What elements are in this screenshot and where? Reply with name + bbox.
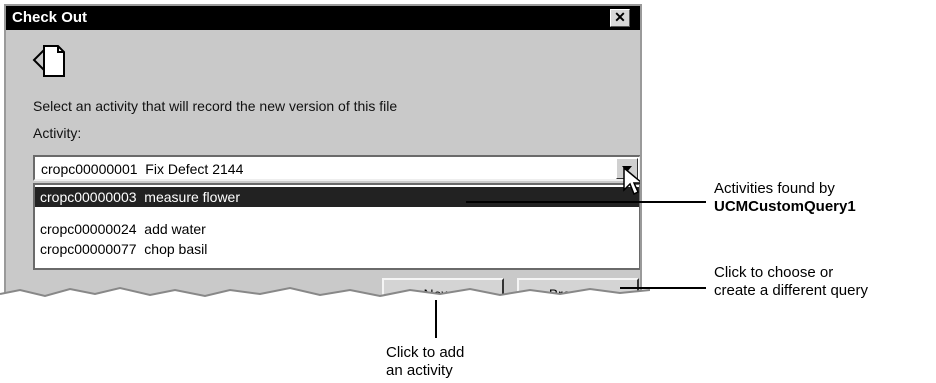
instruction-text: Select an activity that will record the … [33,98,398,114]
dialog-title: Check Out [12,9,88,26]
activities-callout-line1: Activities found by [714,180,835,197]
check-out-dialog: Check Out ✕ Select an activity that will… [4,4,642,300]
new-callout-line2: an activity [386,362,453,379]
activities-leader-line [466,201,706,203]
checkout-arrow-icon [32,45,65,77]
torn-edge [0,286,650,320]
browse-leader-line [620,287,706,289]
activities-callout: Activities found by UCMCustomQuery1 [714,180,856,216]
browse-callout-line2: create a different query [714,282,868,299]
activity-dropdown[interactable]: cropc00000001 Fix Defect 2144 [33,155,640,181]
activities-callout-query: UCMCustomQuery1 [714,198,856,215]
new-callout: Click to add an activity [386,344,464,380]
mouse-pointer-icon [623,166,640,196]
list-item[interactable]: cropc00000003 measure flower [35,187,639,207]
close-button[interactable]: ✕ [610,9,630,27]
activity-dropdown-value: cropc00000001 Fix Defect 2144 [41,161,244,177]
list-item[interactable]: cropc00000077 chop basil [35,239,639,259]
new-callout-line1: Click to add [386,344,465,361]
browse-callout: Click to choose or create a different qu… [714,264,868,300]
activity-list[interactable]: cropc00000003 measure flower cropc000000… [33,183,640,270]
activity-label: Activity: [33,125,82,141]
browse-callout-line1: Click to choose or [714,264,834,281]
new-leader-line [435,300,437,338]
close-icon: ✕ [614,9,626,25]
title-bar: Check Out ✕ [6,6,640,30]
list-item[interactable]: cropc00000024 add water [35,219,639,239]
